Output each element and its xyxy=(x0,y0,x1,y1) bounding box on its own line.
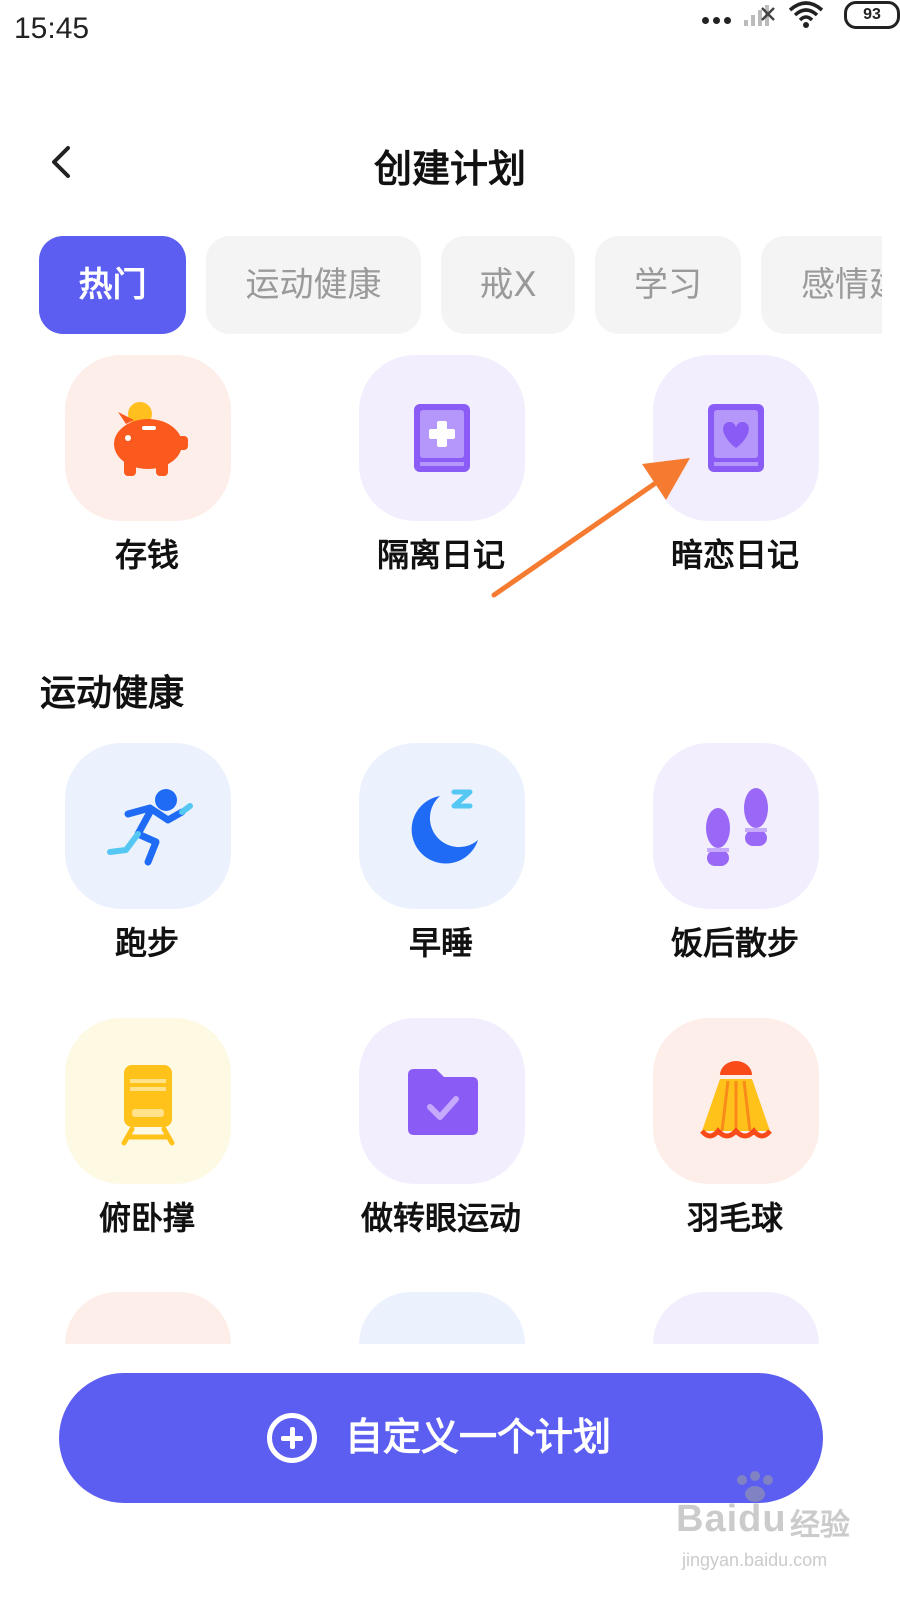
plan-label: 饭后散步 xyxy=(670,924,799,962)
plan-tile xyxy=(65,1018,231,1184)
plan-save-money[interactable]: 存钱 xyxy=(0,355,294,585)
tab-sports-health[interactable]: 运动健康 xyxy=(206,236,421,334)
plan-tile xyxy=(653,1018,819,1184)
plan-label: 做转眼运动 xyxy=(360,1199,521,1237)
plus-circle-icon xyxy=(267,1413,317,1463)
plan-label: 早睡 xyxy=(408,924,473,962)
plan-tile xyxy=(65,355,231,521)
plan-label: 存钱 xyxy=(114,536,179,574)
wifi-icon xyxy=(788,1,824,28)
plan-pushups[interactable]: 俯卧撑 xyxy=(0,1018,294,1248)
footprints-icon xyxy=(706,788,768,866)
more-dots-icon xyxy=(702,17,732,25)
train-icon xyxy=(121,1065,175,1146)
watermark-brand: Baidu xyxy=(676,1498,787,1540)
battery-indicator: 93 xyxy=(844,1,900,29)
tab-quit[interactable]: 戒X xyxy=(441,236,575,334)
category-tabs: 热门 运动健康 戒X 学习 感情建 xyxy=(39,236,882,334)
watermark-cn: 经验 xyxy=(790,1509,850,1542)
plan-tile-partial[interactable] xyxy=(359,1292,525,1344)
plan-tile xyxy=(359,1018,525,1184)
plan-label: 跑步 xyxy=(114,924,179,962)
status-bar: 15:45 93 xyxy=(0,0,900,64)
piggy-bank-icon xyxy=(114,402,188,476)
status-time: 15:45 xyxy=(14,12,90,45)
plan-label: 俯卧撑 xyxy=(98,1199,195,1237)
moon-sleep-icon xyxy=(411,789,478,864)
plan-tile-partial[interactable] xyxy=(65,1292,231,1344)
plan-eye-exercise[interactable]: 做转眼运动 xyxy=(294,1018,588,1248)
plan-tile xyxy=(359,743,525,909)
tab-study[interactable]: 学习 xyxy=(595,236,741,334)
plan-tile xyxy=(65,743,231,909)
watermark-url: jingyan.baidu.com xyxy=(682,1550,828,1570)
plan-tile xyxy=(653,743,819,909)
signal-icon xyxy=(744,5,775,26)
tab-emotion[interactable]: 感情建 xyxy=(761,236,882,334)
medical-book-icon xyxy=(414,404,470,472)
page-title: 创建计划 xyxy=(373,147,526,191)
baidu-watermark: Baidu 经验 jingyan.baidu.com xyxy=(672,1470,872,1580)
folder-check-icon xyxy=(408,1069,478,1135)
tab-hot[interactable]: 热门 xyxy=(39,236,186,334)
section-title: 运动健康 xyxy=(40,673,185,714)
custom-plan-label: 自定义一个计划 xyxy=(345,1415,612,1459)
runner-icon xyxy=(107,789,193,866)
annotation-arrow-icon xyxy=(491,458,690,598)
plan-running[interactable]: 跑步 xyxy=(0,743,294,973)
shuttlecock-icon xyxy=(700,1061,772,1139)
plan-early-sleep[interactable]: 早睡 xyxy=(294,743,588,973)
plan-after-meal-walk[interactable]: 饭后散步 xyxy=(588,743,882,973)
plan-label: 羽毛球 xyxy=(686,1199,783,1237)
plan-badminton[interactable]: 羽毛球 xyxy=(588,1018,882,1248)
plan-tile-partial[interactable] xyxy=(653,1292,819,1344)
